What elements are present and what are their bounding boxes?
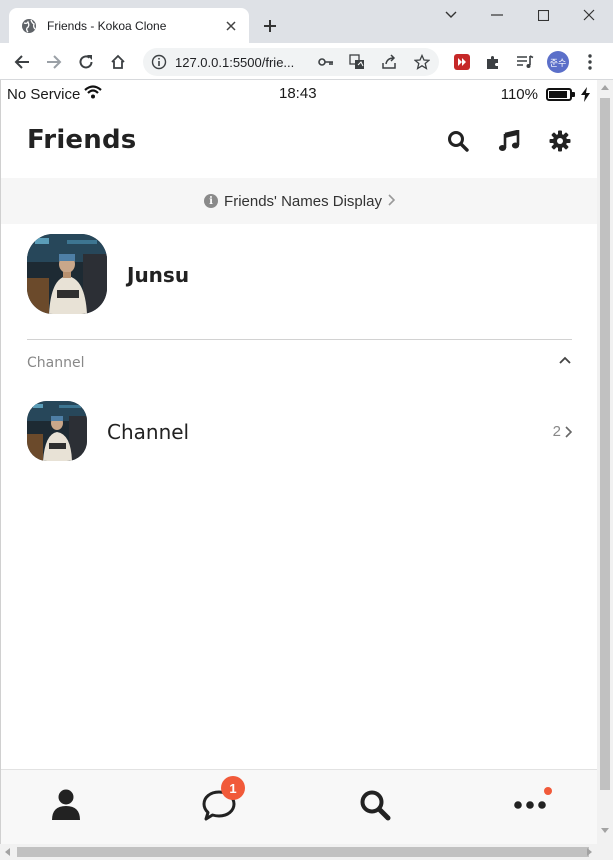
extensions-puzzle-icon[interactable] bbox=[481, 50, 505, 74]
status-left: No Service bbox=[7, 85, 103, 103]
gear-icon[interactable] bbox=[548, 129, 572, 153]
bottom-nav: 1 bbox=[1, 769, 597, 844]
status-right: 110% bbox=[501, 86, 590, 103]
friends-names-display-banner[interactable]: i Friends' Names Display bbox=[1, 178, 597, 224]
section-label: Channel bbox=[27, 355, 85, 371]
nav-more-icon[interactable] bbox=[513, 788, 547, 822]
vertical-scrollbar[interactable] bbox=[597, 80, 613, 844]
extension-red-icon[interactable] bbox=[450, 50, 474, 74]
music-icon[interactable] bbox=[497, 129, 521, 153]
horizontal-scroll-thumb[interactable] bbox=[17, 847, 589, 857]
scroll-down-icon[interactable] bbox=[601, 828, 609, 833]
share-icon[interactable] bbox=[380, 53, 398, 71]
bookmark-star-icon[interactable] bbox=[413, 53, 431, 71]
reload-icon[interactable] bbox=[74, 50, 98, 74]
nav-search-icon[interactable] bbox=[358, 788, 392, 822]
chevron-right-icon bbox=[388, 193, 396, 210]
browser-menu-icon[interactable] bbox=[578, 50, 602, 74]
key-icon[interactable] bbox=[317, 53, 335, 71]
my-avatar[interactable] bbox=[27, 234, 107, 314]
status-bar: No Service 18:43 110% bbox=[1, 80, 597, 108]
my-profile-row[interactable]: Junsu bbox=[27, 234, 572, 314]
tab-title: Friends - Kokoa Clone bbox=[47, 18, 167, 33]
address-bar[interactable]: 127.0.0.1:5500/frie... bbox=[143, 48, 439, 76]
scroll-right-icon[interactable] bbox=[587, 848, 592, 856]
globe-icon bbox=[21, 18, 37, 34]
channel-row[interactable]: Channel 2 bbox=[27, 401, 572, 461]
vertical-scroll-thumb[interactable] bbox=[600, 98, 610, 790]
maximize-icon[interactable] bbox=[528, 4, 558, 26]
horizontal-scrollbar[interactable] bbox=[0, 844, 613, 860]
nav-friends-user-icon[interactable] bbox=[49, 788, 83, 822]
media-control-icon[interactable] bbox=[513, 50, 537, 74]
channel-section-header[interactable]: Channel bbox=[27, 354, 572, 374]
banner-label: Friends' Names Display bbox=[224, 192, 382, 210]
channel-count-value: 2 bbox=[552, 423, 561, 440]
app-viewport: No Service 18:43 110% Friends i Friends'… bbox=[0, 80, 597, 844]
chat-badge: 1 bbox=[221, 776, 245, 800]
close-window-icon[interactable] bbox=[574, 4, 604, 26]
search-icon[interactable] bbox=[446, 129, 470, 153]
section-divider bbox=[27, 339, 572, 340]
browser-toolbar: 127.0.0.1:5500/frie... 준수 bbox=[0, 43, 613, 80]
channel-name: Channel bbox=[107, 420, 190, 444]
wifi-icon bbox=[84, 85, 103, 103]
back-icon[interactable] bbox=[10, 50, 34, 74]
translate-icon[interactable] bbox=[348, 53, 366, 71]
carrier-text: No Service bbox=[7, 85, 81, 103]
close-tab-icon[interactable] bbox=[223, 18, 239, 34]
chevron-right-icon bbox=[565, 425, 572, 438]
site-info-icon[interactable] bbox=[151, 54, 167, 70]
browser-chrome: Friends - Kokoa Clone 127.0.0.1:5500/fri… bbox=[0, 0, 613, 80]
friends-header: Friends bbox=[1, 108, 597, 178]
page-title: Friends bbox=[27, 125, 137, 155]
browser-tab[interactable]: Friends - Kokoa Clone bbox=[9, 8, 249, 43]
scroll-up-icon[interactable] bbox=[601, 85, 609, 90]
minimize-icon[interactable] bbox=[482, 4, 512, 26]
channel-count: 2 bbox=[553, 423, 572, 440]
my-name: Junsu bbox=[127, 263, 190, 287]
charging-bolt-icon bbox=[581, 86, 590, 102]
forward-icon[interactable] bbox=[42, 50, 66, 74]
tab-search-icon[interactable] bbox=[436, 4, 466, 26]
battery-percent: 110% bbox=[500, 85, 538, 103]
info-icon: i bbox=[204, 194, 219, 208]
scroll-left-icon[interactable] bbox=[5, 848, 10, 856]
channel-avatar[interactable] bbox=[27, 401, 87, 461]
profile-avatar[interactable]: 준수 bbox=[547, 51, 569, 73]
battery-icon bbox=[546, 87, 575, 101]
more-notification-dot bbox=[544, 787, 552, 795]
home-icon[interactable] bbox=[106, 50, 130, 74]
new-tab-icon[interactable] bbox=[258, 14, 282, 38]
status-time: 18:43 bbox=[279, 85, 317, 102]
url-text: 127.0.0.1:5500/frie... bbox=[175, 55, 295, 70]
chevron-up-icon[interactable] bbox=[558, 354, 572, 368]
